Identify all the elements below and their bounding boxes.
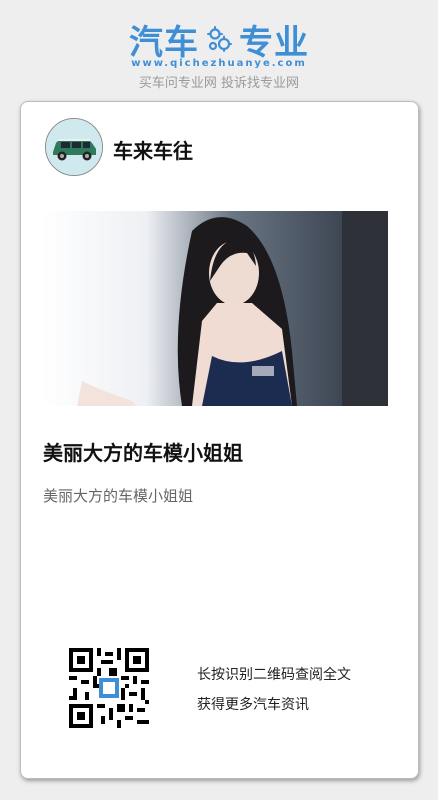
gear-icon (207, 26, 232, 52)
brand-slogan: 买车问专业网 投诉找专业网 (138, 76, 300, 91)
brand-name-right: 专业 (239, 22, 309, 63)
qr-instruction: 长按识别二维码查阅全文 (197, 667, 351, 683)
brand-url: www.qichezhuanye.com (131, 58, 307, 69)
article-photo[interactable] (42, 211, 388, 406)
article-card[interactable]: 车来车往 美丽大方的车模小姐姐 美丽大方的车模小姐姐 长按识别二维码查阅全文 获… (20, 101, 419, 779)
qr-subtitle: 获得更多汽车资讯 (197, 697, 309, 713)
author-name[interactable]: 车来车往 (113, 135, 193, 164)
qr-code[interactable] (69, 648, 149, 728)
site-header: 汽车 专业 www.qichezhuanye.com 买车问专业网 投诉找专业网 (0, 0, 438, 100)
car-icon (46, 119, 102, 175)
brand-logo: 汽车 专业 (0, 18, 438, 63)
brand-name-left: 汽车 (129, 22, 199, 63)
article-title[interactable]: 美丽大方的车模小姐姐 (43, 437, 243, 466)
article-description: 美丽大方的车模小姐姐 (43, 487, 194, 505)
author-avatar[interactable] (45, 118, 103, 176)
